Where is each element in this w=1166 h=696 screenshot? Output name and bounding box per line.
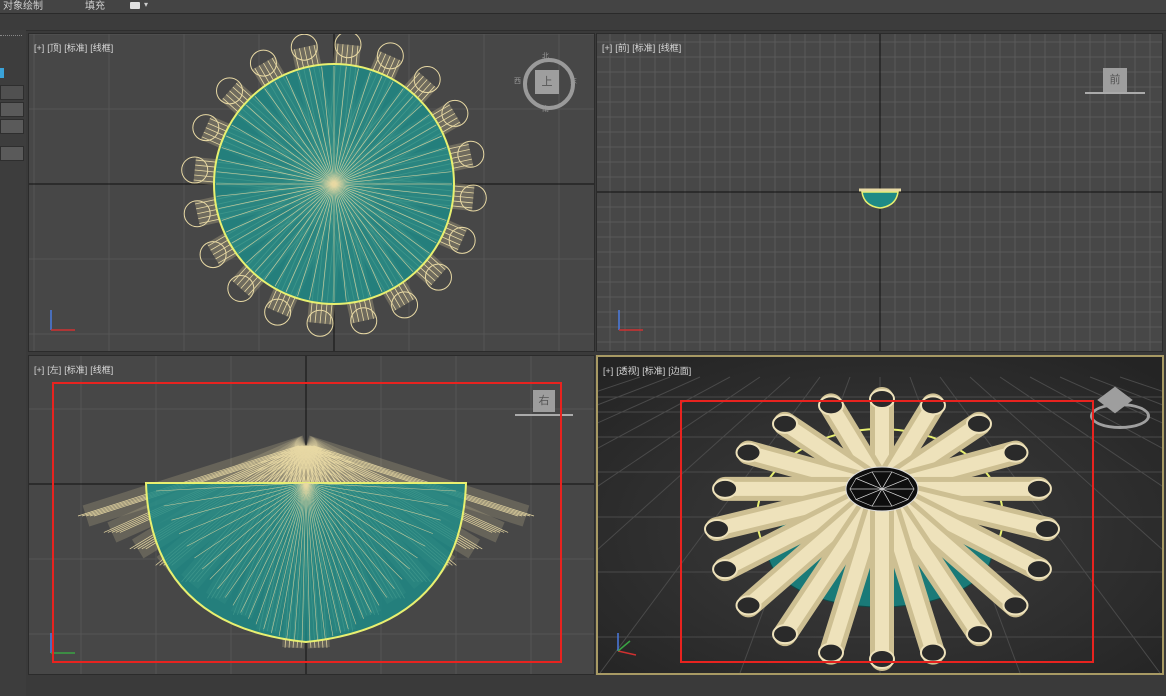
shading-mode[interactable]: [标准] [632,43,655,53]
menu-object-paint[interactable]: 对象绘制 [3,0,43,13]
viewport-label-top[interactable]: [+] [顶] [标准] [线框] [34,41,116,54]
viewcube-top[interactable]: 上 北 南 东 西 [514,53,577,113]
viewcube-front[interactable]: 前 [1085,64,1149,104]
panel-field-4[interactable] [0,146,24,161]
front-view-canvas [597,34,1162,351]
menu-populate[interactable]: 填充 [85,0,105,13]
display-mode[interactable]: [线框] [90,365,113,375]
axis-gizmo [50,310,75,331]
shading-mode[interactable]: [标准] [642,366,665,376]
viewport-menu[interactable]: [+] [34,43,44,53]
viewport-menu[interactable]: [+] [34,365,44,375]
compass-east: 东 [570,78,577,85]
display-mode[interactable]: [边面] [668,366,691,376]
panel-field-1[interactable] [0,85,24,100]
chevron-down-icon[interactable]: ▾ [144,0,148,9]
command-panel-strip [0,30,26,696]
viewport-label-front[interactable]: [+] [前] [标准] [线框] [602,41,684,54]
compass-north: 北 [542,53,549,60]
view-name[interactable]: [左] [47,365,61,375]
viewcube-perspective[interactable] [1088,385,1150,435]
display-mode[interactable]: [线框] [90,43,113,53]
viewcube-face[interactable]: 前 [1103,68,1127,92]
panel-field-3[interactable] [0,119,24,134]
compass-ring[interactable] [1085,92,1145,98]
ribbon-strip [0,14,1166,31]
panel-field-2[interactable] [0,102,24,117]
shading-mode[interactable]: [标准] [64,365,87,375]
viewport-menu[interactable]: [+] [602,43,612,53]
view-name[interactable]: [前] [615,43,629,53]
viewport-menu[interactable]: [+] [603,366,613,376]
compass-west: 西 [514,78,521,85]
view-name[interactable]: [顶] [47,43,61,53]
highlight-box-left [52,382,562,663]
panel-grip [0,35,22,38]
menu-bar: 对象绘制 填充 ▾ [0,0,1166,14]
panel-icon[interactable] [0,68,4,78]
compass-south: 南 [542,106,549,113]
viewport-top[interactable]: [+] [顶] [标准] [线框] 上 北 南 东 西 [28,33,595,352]
viewport-front[interactable]: [+] [前] [标准] [线框] 前 [596,33,1163,352]
view-name[interactable]: [透视] [616,366,639,376]
highlight-box-perspective [680,400,1094,663]
viewport-left[interactable]: [+] [左] [标准] [线框] 右 [28,355,595,675]
viewport-label-left[interactable]: [+] [左] [标准] [线框] [34,363,116,376]
shading-mode[interactable]: [标准] [64,43,87,53]
display-mode[interactable]: [线框] [658,43,681,53]
viewcube-face[interactable]: 上 [535,70,559,94]
viewport-label-persp[interactable]: [+] [透视] [标准] [边面] [603,364,694,377]
viewport-perspective[interactable]: [+] [透视] [标准] [边面] [596,355,1164,675]
top-view-canvas [29,34,594,351]
camera-dropdown-icon[interactable] [130,2,140,9]
